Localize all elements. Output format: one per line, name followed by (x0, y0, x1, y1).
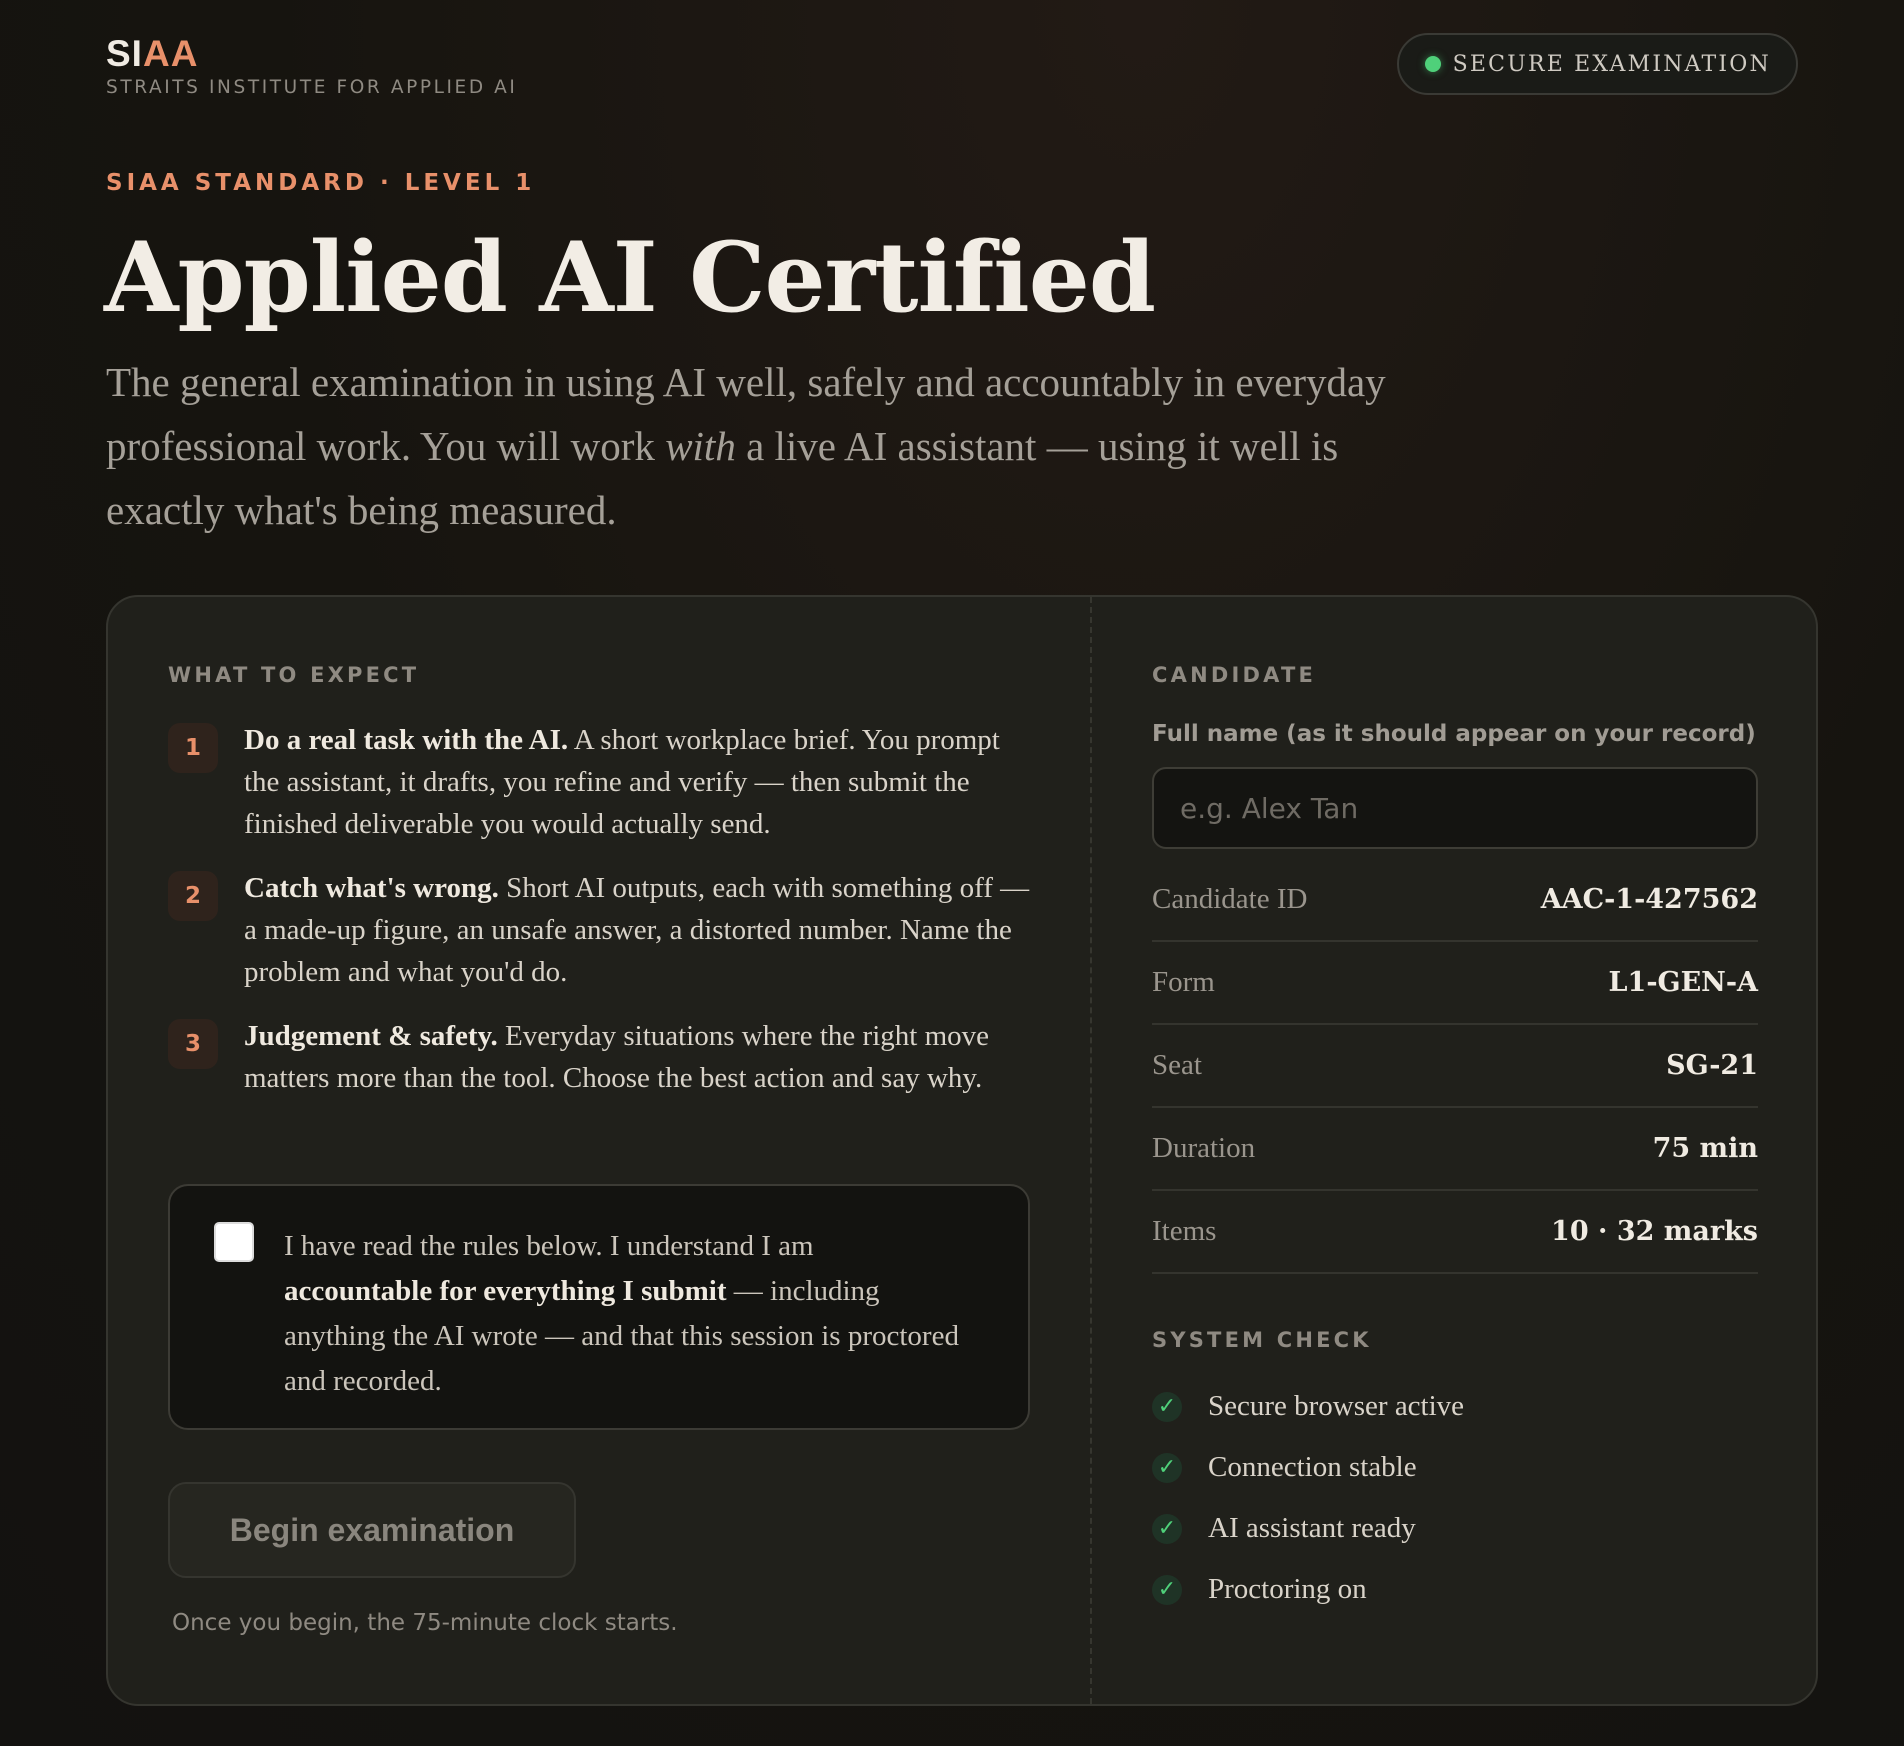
full-name-label: Full name (as it should appear on your r… (1152, 721, 1756, 747)
checkmark-icon: ✓ (1152, 1513, 1182, 1544)
info-value: 10 · 32 marks (1551, 1216, 1758, 1247)
acknowledgement-checkbox[interactable] (214, 1222, 254, 1262)
check-label: AI assistant ready (1208, 1512, 1416, 1544)
begin-note: Once you begin, the 75-minute clock star… (172, 1610, 678, 1636)
logo: SIAA STRAITS INSTITUTE FOR APPLIED AI (106, 32, 517, 98)
system-check-label: SYSTEM CHECK (1152, 1328, 1372, 1352)
step-item-1: 1 Do a real task with the AI. A short wo… (168, 719, 1030, 845)
info-value: SG-21 (1666, 1050, 1758, 1081)
full-name-input[interactable] (1152, 767, 1758, 849)
steps-list: 1 Do a real task with the AI. A short wo… (168, 719, 1030, 1099)
step-item-3: 3 Judgement & safety. Everyday situation… (168, 1015, 1030, 1099)
checkmark-icon: ✓ (1152, 1452, 1182, 1483)
info-key: Duration (1152, 1132, 1256, 1164)
acknowledgement-box[interactable]: I have read the rules below. I understan… (168, 1184, 1030, 1430)
check-item-ai-assistant: ✓ AI assistant ready (1152, 1498, 1756, 1559)
step-number: 2 (168, 871, 218, 921)
org-name: STRAITS INSTITUTE FOR APPLIED AI (106, 77, 518, 98)
info-row-candidate-id: Candidate ID AAC-1-427562 (1152, 859, 1758, 942)
acknowledgement-text: I have read the rules below. I understan… (284, 1224, 968, 1404)
candidate-column: CANDIDATE Full name (as it should appear… (1092, 597, 1816, 1704)
check-item-proctoring: ✓ Proctoring on (1152, 1559, 1756, 1620)
system-check-list: ✓ Secure browser active ✓ Connection sta… (1152, 1376, 1756, 1620)
check-item-connection: ✓ Connection stable (1152, 1437, 1756, 1498)
header: SIAA STRAITS INSTITUTE FOR APPLIED AI SE… (106, 30, 1798, 100)
ack-part1: I have read the rules below. I understan… (284, 1230, 814, 1262)
info-row-items: Items 10 · 32 marks (1152, 1191, 1758, 1274)
lede-emphasis: with (665, 423, 736, 469)
lede: The general examination in using AI well… (106, 350, 1446, 542)
expect-label: WHAT TO EXPECT (168, 663, 420, 687)
logo-mark: SIAA (106, 32, 517, 76)
info-row-duration: Duration 75 min (1152, 1108, 1758, 1191)
info-value: 75 min (1652, 1133, 1758, 1164)
check-label: Proctoring on (1208, 1573, 1367, 1605)
status-dot-icon (1424, 56, 1441, 72)
step-item-2: 2 Catch what's wrong. Short AI outputs, … (168, 867, 1030, 993)
check-label: Secure browser active (1208, 1390, 1465, 1422)
step-title: Do a real task with the AI. (244, 724, 569, 756)
check-label: Connection stable (1208, 1451, 1417, 1483)
secure-examination-badge: SECURE EXAMINATION (1396, 33, 1798, 95)
step-title: Catch what's wrong. (244, 872, 499, 904)
checkmark-icon: ✓ (1152, 1574, 1182, 1605)
check-item-secure-browser: ✓ Secure browser active (1152, 1376, 1756, 1437)
checkmark-icon: ✓ (1152, 1391, 1182, 1422)
info-key: Items (1152, 1215, 1217, 1247)
eyebrow: SIAA STANDARD · LEVEL 1 (106, 170, 536, 196)
step-title: Judgement & safety. (244, 1020, 498, 1052)
step-number: 3 (168, 1019, 218, 1069)
info-key: Candidate ID (1152, 883, 1308, 915)
candidate-info: Candidate ID AAC-1-427562 Form L1-GEN-A … (1152, 859, 1758, 1274)
begin-examination-button[interactable]: Begin examination (168, 1482, 576, 1578)
info-key: Seat (1152, 1049, 1202, 1081)
ack-bold: accountable for everything I submit (284, 1275, 727, 1307)
info-row-seat: Seat SG-21 (1152, 1025, 1758, 1108)
logo-prefix: SI (106, 33, 143, 74)
exam-card: WHAT TO EXPECT 1 Do a real task with the… (106, 595, 1818, 1706)
page-title: Applied AI Certified (104, 221, 1156, 334)
logo-accent: AA (142, 33, 199, 74)
info-value: L1-GEN-A (1608, 967, 1758, 998)
expect-column: WHAT TO EXPECT 1 Do a real task with the… (108, 597, 1090, 1704)
candidate-label: CANDIDATE (1152, 663, 1317, 687)
info-key: Form (1152, 966, 1215, 998)
info-value: AAC-1-427562 (1540, 884, 1758, 915)
page: SIAA STRAITS INSTITUTE FOR APPLIED AI SE… (0, 0, 1904, 1746)
step-number: 1 (168, 723, 218, 773)
secure-badge-label: SECURE EXAMINATION (1452, 51, 1771, 77)
info-row-form: Form L1-GEN-A (1152, 942, 1758, 1025)
